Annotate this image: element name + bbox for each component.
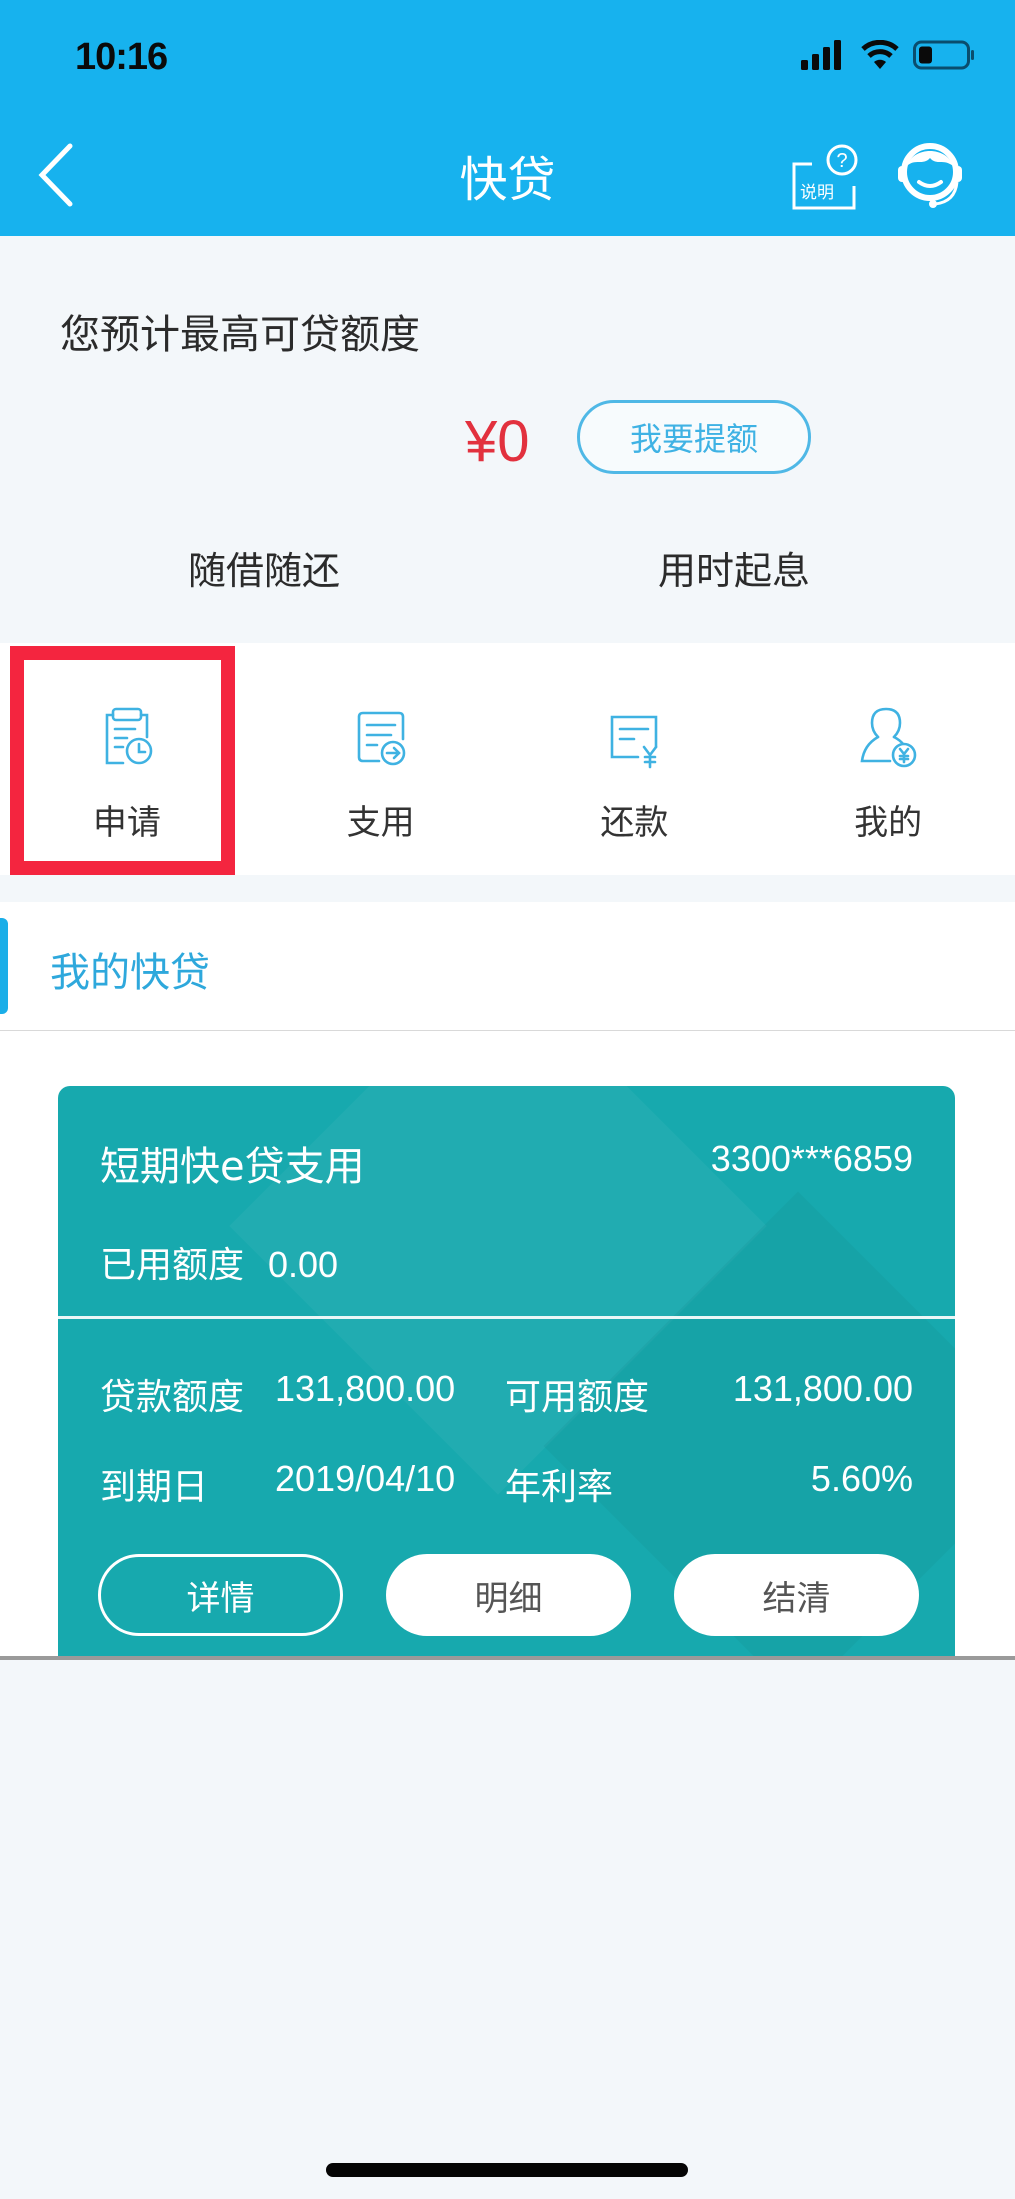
document-arrow-icon xyxy=(357,711,405,766)
statement-button[interactable]: 明细 xyxy=(386,1554,631,1636)
action-mine[interactable]: 我的 xyxy=(761,643,1015,875)
app-header: 10:16 快贷 ? 说明 xyxy=(0,0,1015,236)
card-buttons: 详情 明细 结清 xyxy=(98,1554,919,1636)
status-icons xyxy=(801,40,975,70)
card-divider xyxy=(58,1316,955,1319)
feature-interest-on-use: 用时起息 xyxy=(658,549,811,593)
settle-button[interactable]: 结清 xyxy=(674,1554,919,1636)
action-grid: 申请 支用 还款 我的 xyxy=(0,643,1015,875)
wifi-icon xyxy=(861,40,899,69)
loan-limit-label: 贷款额度 xyxy=(100,1377,245,1418)
action-repay-label: 还款 xyxy=(600,803,669,843)
details-button[interactable]: 详情 xyxy=(98,1554,343,1636)
limit-amount: ¥0 xyxy=(465,409,530,474)
used-limit-value: 0.00 xyxy=(268,1244,339,1285)
action-mine-label: 我的 xyxy=(854,803,923,843)
action-drawdown-label: 支用 xyxy=(346,803,415,843)
used-limit-label: 已用额度 xyxy=(100,1245,245,1286)
help-label: 说明 xyxy=(800,183,834,203)
available-limit-value: 131,800.00 xyxy=(732,1368,913,1409)
loan-limit-value: 131,800.00 xyxy=(275,1368,456,1409)
loan-product-name: 短期快e贷支用 xyxy=(100,1144,365,1190)
battery-icon xyxy=(913,40,974,70)
bill-yen-icon xyxy=(611,715,658,769)
action-repay[interactable]: 还款 xyxy=(508,643,762,875)
signal-icon xyxy=(801,40,841,70)
section-accent-bar xyxy=(0,918,8,1014)
limit-label: 您预计最高可贷额度 xyxy=(60,312,420,358)
raise-limit-button[interactable]: 我要提额 xyxy=(577,400,811,474)
section-title: 我的快贷 xyxy=(50,950,210,996)
annual-rate-label: 年利率 xyxy=(505,1467,614,1508)
available-limit-label: 可用额度 xyxy=(505,1377,650,1418)
action-apply-label: 申请 xyxy=(92,803,161,843)
svg-text:?: ? xyxy=(836,150,847,172)
help-button[interactable]: ? 说明 xyxy=(790,142,862,212)
due-rate-row: 到期日 2019/04/10 年利率 5.60% xyxy=(100,1458,913,1510)
loan-account-number: 3300***6859 xyxy=(710,1138,913,1179)
action-apply[interactable]: 申请 xyxy=(0,643,254,875)
customer-service-button[interactable] xyxy=(895,140,965,212)
clipboard-clock-icon xyxy=(105,707,153,765)
my-loans-section: 我的快贷 xyxy=(0,902,1015,1033)
page-title: 快贷 xyxy=(459,152,556,208)
action-drawdown[interactable]: 支用 xyxy=(254,643,508,875)
feature-flexible-repay: 随借随还 xyxy=(188,549,341,593)
user-yen-icon xyxy=(860,707,917,768)
due-date-value: 2019/04/10 xyxy=(275,1458,456,1499)
limit-row: 贷款额度 131,800.00 可用额度 131,800.00 xyxy=(100,1368,913,1420)
annual-rate-value: 5.60% xyxy=(810,1458,913,1499)
loan-card: 短期快e贷支用 3300***6859 已用额度 0.00 贷款额度 131,80… xyxy=(58,1086,955,1656)
used-limit: 已用额度 0.00 xyxy=(100,1236,338,1288)
customer-service-icon xyxy=(898,143,962,208)
due-date-label: 到期日 xyxy=(100,1467,209,1508)
status-time: 10:16 xyxy=(75,36,168,78)
home-indicator[interactable] xyxy=(326,2163,688,2177)
